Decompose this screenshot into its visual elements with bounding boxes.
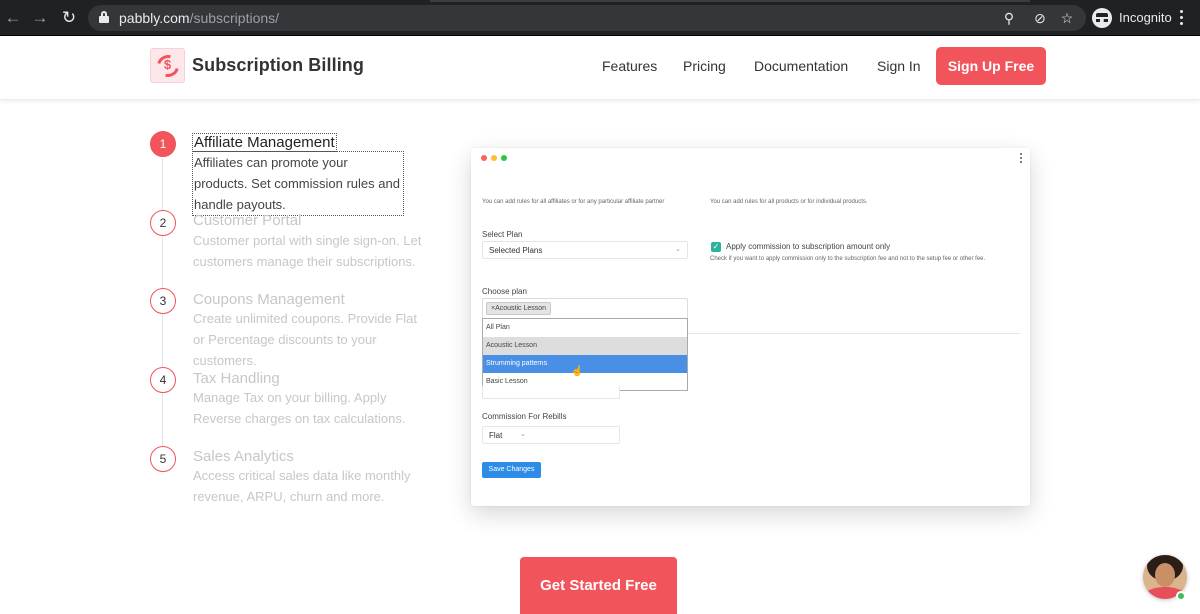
- back-icon[interactable]: ←: [4, 9, 22, 27]
- section-divider: [688, 333, 1020, 334]
- product-rules-hint: You can add rules for all products or fo…: [710, 199, 868, 205]
- choose-plan-label: Choose plan: [482, 287, 527, 296]
- tab-strip-edge: [430, 0, 1030, 2]
- url-text[interactable]: pabbly.com/subscriptions/: [119, 10, 279, 26]
- zoom-icon[interactable]: ⚲: [1000, 9, 1018, 27]
- feature-desc-tax-handling: Manage Tax on your billing. Apply Revers…: [193, 390, 406, 426]
- apply-commission-checkbox[interactable]: ✓: [711, 242, 721, 252]
- incognito-label: Incognito: [1119, 10, 1172, 25]
- apply-commission-label: Apply commission to subscription amount …: [726, 242, 891, 251]
- window-close-dot: [481, 155, 487, 161]
- feature-desc-coupons-management: Create unlimited coupons. Provide Flat o…: [193, 311, 418, 368]
- reload-icon[interactable]: ↻: [60, 9, 78, 27]
- tracking-protection-icon[interactable]: ⊘: [1031, 9, 1049, 27]
- select-plan-value: Selected Plans: [489, 246, 543, 255]
- commission-rebills-label: Commission For Rebills: [482, 412, 567, 421]
- feature-title-customer-portal[interactable]: Customer Portal: [193, 212, 301, 229]
- feature-step-5[interactable]: 5: [150, 446, 176, 472]
- select-plan-dropdown[interactable]: Selected Plans ⌄: [482, 241, 688, 259]
- feature-desc-customer-portal: Customer portal with single sign-on. Let…: [193, 233, 422, 269]
- browser-menu-icon[interactable]: [1180, 10, 1184, 26]
- select-plan-label: Select Plan: [482, 230, 523, 239]
- selected-plan-tag[interactable]: ×Acoustic Lesson: [486, 302, 552, 315]
- chevron-down-icon: ⌄: [675, 246, 681, 253]
- feature-step-2[interactable]: 2: [150, 210, 176, 236]
- feature-desc-sales-analytics: Access critical sales data like monthly …: [193, 468, 411, 504]
- commission-rebills-value: Flat: [489, 431, 503, 440]
- url-host: pabbly.com: [119, 10, 190, 26]
- brand-logo-icon[interactable]: $: [150, 48, 185, 83]
- feature-step-1[interactable]: 1: [150, 131, 176, 157]
- forward-icon[interactable]: →: [31, 9, 49, 27]
- affiliate-settings-mockup: You can add rules for all affiliates or …: [471, 148, 1030, 506]
- feature-title-affiliate-management[interactable]: Affiliate Management: [192, 133, 337, 152]
- online-status-icon: [1176, 591, 1186, 601]
- feature-step-4[interactable]: 4: [150, 367, 176, 393]
- nav-sign-in[interactable]: Sign In: [877, 58, 921, 74]
- commission-rebills-dropdown[interactable]: Flat ⌄: [482, 426, 620, 444]
- feature-timeline-line: [162, 158, 163, 473]
- chevron-down-icon: ⌄: [520, 431, 526, 438]
- incognito-icon: [1092, 8, 1112, 28]
- window-minimize-dot: [491, 155, 497, 161]
- plan-option[interactable]: Acoustic Lesson: [483, 337, 687, 355]
- brand-name[interactable]: Subscription Billing: [192, 55, 364, 76]
- mockup-menu-icon: [1020, 153, 1023, 165]
- browser-toolbar: ← → ↻ pabbly.com/subscriptions/ ⚲ ⊘ ☆ In…: [0, 0, 1200, 36]
- window-maximize-dot: [501, 155, 507, 161]
- commission-type-dropdown[interactable]: [482, 385, 620, 399]
- nav-features[interactable]: Features: [602, 58, 657, 74]
- hand-cursor-icon: ☝: [571, 366, 584, 377]
- plan-options-dropdown: All Plan Acoustic Lesson Strumming patte…: [482, 318, 688, 391]
- affiliate-rules-hint: You can add rules for all affiliates or …: [482, 199, 665, 205]
- feature-title-tax-handling[interactable]: Tax Handling: [193, 370, 280, 387]
- sign-up-free-button[interactable]: Sign Up Free: [936, 47, 1046, 85]
- feature-desc-affiliate-management: Affiliates can promote your products. Se…: [192, 151, 404, 216]
- nav-pricing[interactable]: Pricing: [683, 58, 726, 74]
- save-changes-button[interactable]: Save Changes: [482, 462, 541, 478]
- apply-commission-help: Check if you want to apply commission on…: [710, 256, 986, 262]
- lock-icon: [99, 11, 109, 23]
- plan-option[interactable]: All Plan: [483, 319, 687, 337]
- feature-step-3[interactable]: 3: [150, 288, 176, 314]
- url-path: /subscriptions/: [189, 10, 280, 26]
- nav-documentation[interactable]: Documentation: [754, 58, 848, 74]
- feature-title-coupons-management[interactable]: Coupons Management: [193, 291, 345, 308]
- site-header: $ Subscription Billing Features Pricing …: [0, 36, 1200, 100]
- plan-option[interactable]: Strumming patterns: [483, 355, 687, 373]
- feature-title-sales-analytics[interactable]: Sales Analytics: [193, 448, 294, 465]
- bookmark-star-icon[interactable]: ☆: [1058, 9, 1076, 27]
- address-bar[interactable]: pabbly.com/subscriptions/ ⚲ ⊘ ☆: [88, 5, 1086, 31]
- choose-plan-multiselect[interactable]: ×Acoustic Lesson: [482, 298, 688, 318]
- get-started-free-button[interactable]: Get Started Free: [520, 557, 677, 614]
